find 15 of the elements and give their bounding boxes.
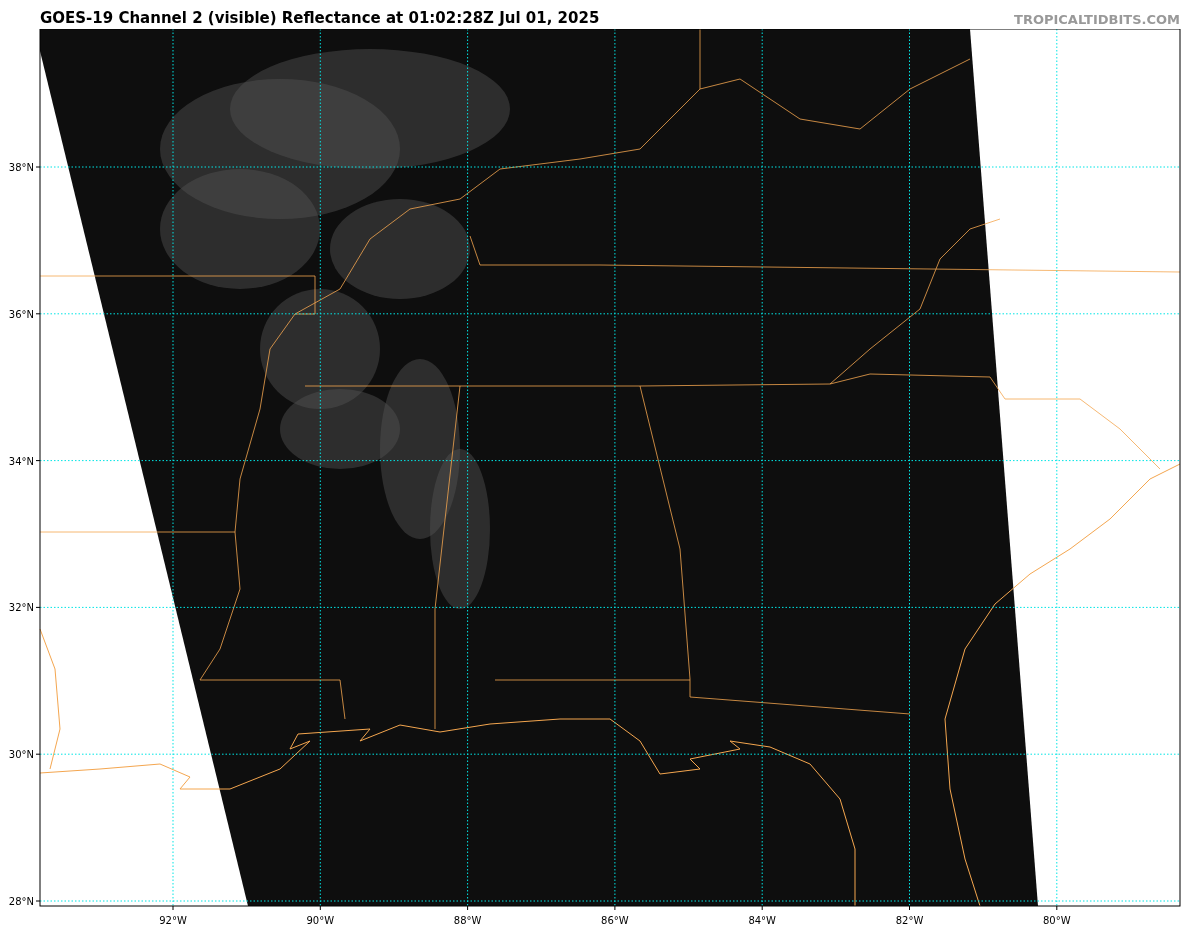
map-title: GOES-19 Channel 2 (visible) Reflectance at 01:02:28Z Jul 01, 2025 <box>40 9 600 29</box>
longitude-label: 86°W <box>601 915 629 926</box>
longitude-label: 90°W <box>306 915 335 926</box>
latitude-label: 34°N <box>8 455 34 467</box>
latitude-label: 32°N <box>8 602 34 614</box>
longitude-label: 88°W <box>453 915 482 926</box>
longitude-label: 84°W <box>748 915 776 926</box>
latitude-label: 30°N <box>8 749 34 761</box>
latitude-label: 36°N <box>8 308 34 320</box>
longitude-label: 92°W <box>159 915 187 926</box>
site-credit: TROPICALTIDBITS.COM <box>1014 12 1180 29</box>
longitude-label: 80°W <box>1043 915 1071 926</box>
latitude-label: 38°N <box>8 162 34 173</box>
longitude-label: 82°W <box>895 915 924 926</box>
latitude-label: 28°N <box>8 896 34 907</box>
